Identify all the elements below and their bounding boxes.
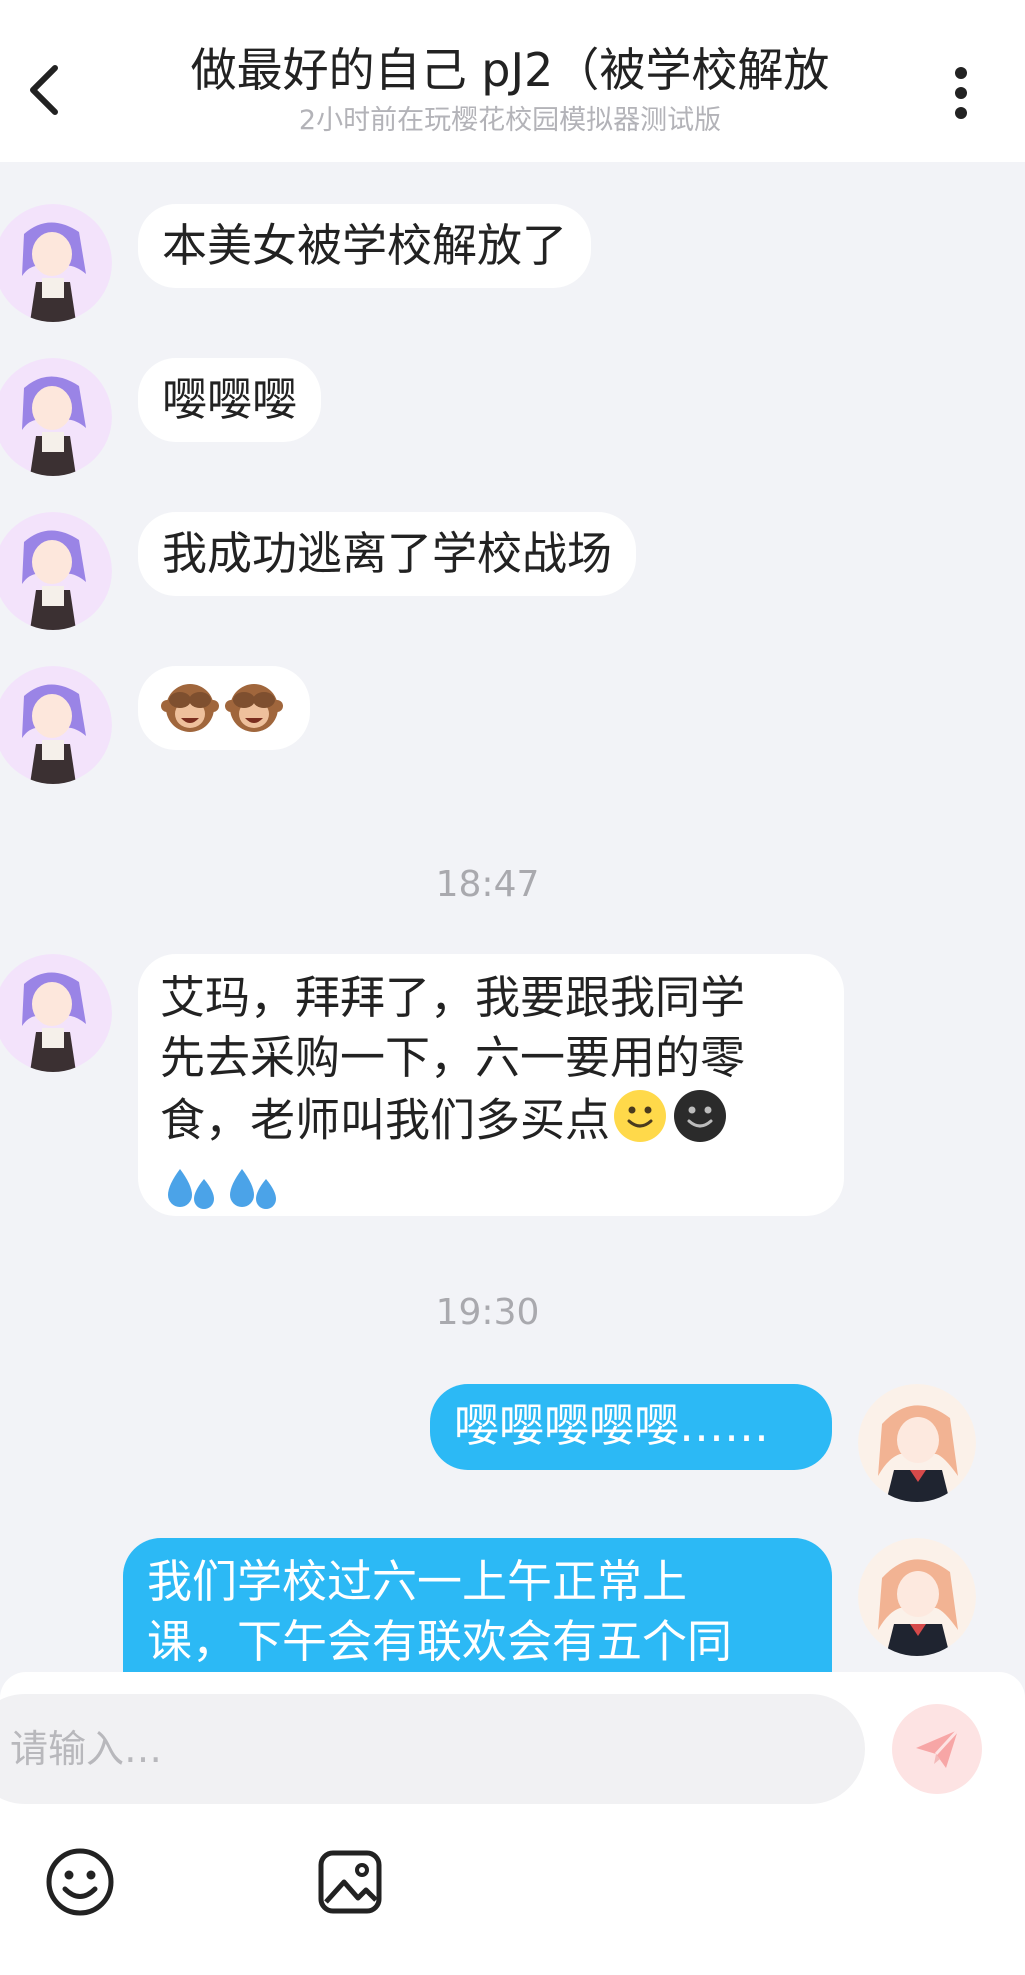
timestamp: 19:30 — [435, 1292, 540, 1333]
sweat-droplets-icon — [224, 1159, 282, 1232]
back-button[interactable] — [14, 55, 76, 125]
sweat-droplets-icon — [162, 1159, 220, 1232]
more-vertical-icon — [955, 67, 967, 119]
send-button[interactable] — [892, 1704, 982, 1794]
message-text: 我成功逃离了学校战场 — [162, 527, 613, 580]
more-button[interactable] — [935, 58, 987, 128]
image-button[interactable] — [310, 1842, 390, 1922]
message-text: 嘤嘤嘤嘤嘤…… — [454, 1399, 770, 1452]
friend-avatar[interactable] — [0, 666, 112, 784]
message-bubble[interactable]: 嘤嘤嘤 — [138, 358, 322, 442]
message-text: 本美女被学校解放了 — [162, 219, 568, 272]
paper-plane-icon — [916, 1728, 960, 1768]
message-bubble[interactable]: 艾玛，拜拜了，我要跟我同学 先去采购一下，六一要用的零 食，老师叫我们多买点 — [138, 954, 844, 1216]
friend-avatar[interactable] — [0, 954, 112, 1072]
message-text: 嘤嘤嘤 — [162, 373, 298, 426]
timestamp: 18:47 — [435, 864, 540, 905]
see-no-evil-monkey-icon — [160, 676, 220, 751]
slightly-smiling-face-icon — [612, 1088, 668, 1159]
image-icon — [318, 1850, 382, 1914]
chat-header: 做最好的自己 pJ2（被学校解放 2小时前在玩樱花校园模拟器测试版 — [0, 0, 1025, 162]
message-list[interactable]: 本美女被学校解放了 嘤嘤嘤 我成功逃离了学校战场 18:47 艾玛，拜拜了，我要… — [0, 162, 1025, 1672]
chat-title: 做最好的自己 pJ2（被学校解放 — [190, 43, 830, 97]
dark-smiling-face-icon — [672, 1088, 728, 1159]
presence-status: 2小时前在玩樱花校园模拟器测试版 — [298, 105, 722, 136]
message-input[interactable] — [0, 1694, 865, 1804]
friend-avatar[interactable] — [0, 204, 112, 322]
chevron-left-icon — [30, 65, 58, 115]
my-avatar[interactable] — [858, 1384, 976, 1502]
message-bubble[interactable]: 我成功逃离了学校战场 — [138, 512, 637, 596]
message-line: 先去采购一下，六一要用的零 — [160, 1031, 746, 1084]
message-line: 我们学校过六一上午正常上 — [147, 1555, 688, 1608]
friend-avatar[interactable] — [0, 358, 112, 476]
message-bubble[interactable] — [138, 666, 310, 750]
smiley-icon — [46, 1848, 114, 1916]
message-bubble[interactable]: 我们学校过六一上午正常上 课，下午会有联欢会有五个同 — [123, 1538, 832, 1672]
message-bubble[interactable]: 嘤嘤嘤嘤嘤…… — [430, 1384, 832, 1470]
emoji-button[interactable] — [40, 1842, 120, 1922]
composer — [0, 1672, 1025, 1975]
friend-avatar[interactable] — [0, 512, 112, 630]
see-no-evil-monkey-icon — [224, 676, 284, 751]
message-line: 食，老师叫我们多买点 — [160, 1093, 611, 1147]
message-line: 课，下午会有联欢会有五个同 — [147, 1615, 733, 1668]
message-line: 艾玛，拜拜了，我要跟我同学 — [160, 971, 746, 1024]
my-avatar[interactable] — [858, 1538, 976, 1656]
message-bubble[interactable]: 本美女被学校解放了 — [138, 204, 592, 288]
